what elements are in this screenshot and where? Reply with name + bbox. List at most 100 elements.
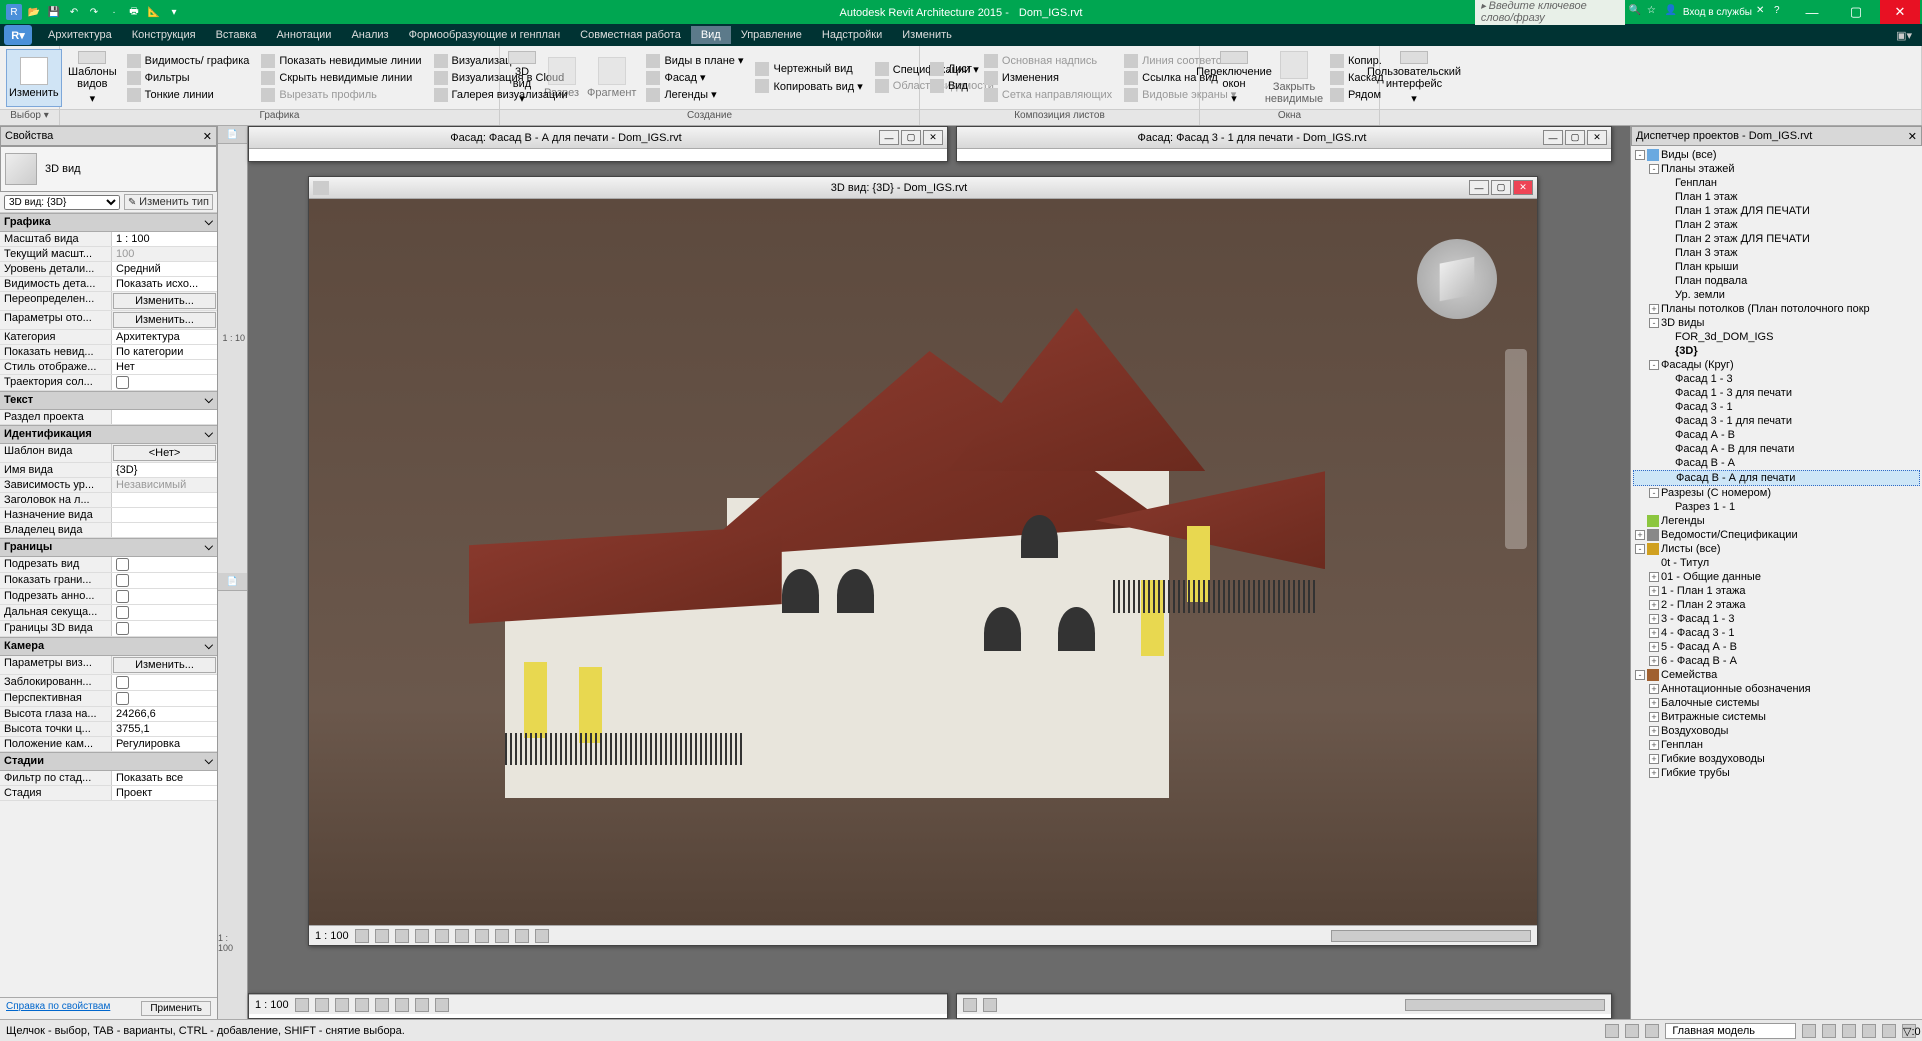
tree-item[interactable]: План 3 этаж xyxy=(1633,246,1920,260)
thin-lines-button[interactable]: Тонкие линии xyxy=(123,87,254,103)
tree-item[interactable]: -Фасады (Круг) xyxy=(1633,358,1920,372)
props-category[interactable]: Графика⌵ xyxy=(0,213,217,232)
max-icon[interactable]: ▢ xyxy=(901,130,921,145)
reveal-icon[interactable] xyxy=(535,929,549,943)
show-hidden-lines-button[interactable]: Показать невидимые линии xyxy=(257,53,425,69)
props-value[interactable] xyxy=(112,621,217,636)
tree-toggle-icon[interactable]: + xyxy=(1649,600,1659,610)
status-icon[interactable] xyxy=(1802,1024,1816,1038)
browser-close-icon[interactable]: ✕ xyxy=(1908,130,1917,143)
login-label[interactable]: Вход в службы xyxy=(1683,7,1752,18)
min-icon[interactable]: — xyxy=(879,130,899,145)
menu-tab-0[interactable]: Архитектура xyxy=(38,26,122,44)
doc-window-facade-ba[interactable]: Фасад: Фасад В - А для печати - Dom_IGS.… xyxy=(248,126,948,162)
tree-item[interactable]: -Листы (все) xyxy=(1633,542,1920,556)
tree-toggle-icon[interactable]: + xyxy=(1635,530,1645,540)
status-icon[interactable] xyxy=(1625,1024,1639,1038)
copy-view-button[interactable]: Копировать вид ▾ xyxy=(751,78,866,94)
props-value[interactable]: Средний xyxy=(112,262,217,276)
tree-toggle-icon[interactable]: - xyxy=(1635,544,1645,554)
tree-item[interactable]: Фасад В - А xyxy=(1633,456,1920,470)
tree-item[interactable]: +5 - Фасад А - В xyxy=(1633,640,1920,654)
props-category[interactable]: Границы⌵ xyxy=(0,538,217,557)
tree-item[interactable]: +1 - План 1 этажа xyxy=(1633,584,1920,598)
temp-hide-icon[interactable] xyxy=(515,929,529,943)
tree-item[interactable]: +Воздуховоды xyxy=(1633,724,1920,738)
visibility-graphics-button[interactable]: Видимость/ графика xyxy=(123,53,254,69)
3d-viewport[interactable] xyxy=(309,199,1537,925)
props-value[interactable]: 24266,6 xyxy=(112,707,217,721)
tree-item[interactable]: Фасад В - А для печати xyxy=(1633,470,1920,486)
tree-item[interactable]: Легенды xyxy=(1633,514,1920,528)
props-value[interactable]: Изменить... xyxy=(113,657,216,673)
tree-toggle-icon[interactable]: - xyxy=(1649,164,1659,174)
nav-bar[interactable] xyxy=(1505,349,1527,549)
help-search-input[interactable]: ▸ Введите ключевое слово/фразу xyxy=(1475,0,1625,25)
menu-tab-9[interactable]: Надстройки xyxy=(812,26,892,44)
tree-item[interactable]: -Планы этажей xyxy=(1633,162,1920,176)
vicn[interactable] xyxy=(375,998,389,1012)
tree-item[interactable]: План 1 этаж ДЛЯ ПЕЧАТИ xyxy=(1633,204,1920,218)
3d-view-button[interactable]: 3D вид▾ xyxy=(506,49,538,107)
vicn[interactable] xyxy=(395,998,409,1012)
vicn[interactable] xyxy=(963,998,977,1012)
maximize-button[interactable]: ▢ xyxy=(1836,0,1876,24)
props-value[interactable] xyxy=(112,605,217,620)
vicn[interactable] xyxy=(315,998,329,1012)
status-icon[interactable] xyxy=(1822,1024,1836,1038)
tree-item[interactable]: Фасад А - В для печати xyxy=(1633,442,1920,456)
tree-item[interactable]: +Балочные системы xyxy=(1633,696,1920,710)
apply-button[interactable]: Применить xyxy=(141,1001,211,1016)
viewcube[interactable] xyxy=(1417,239,1497,319)
tree-item[interactable]: +Планы потолков (План потолочного покр xyxy=(1633,302,1920,316)
legends-button[interactable]: Легенды ▾ xyxy=(642,87,747,103)
tree-toggle-icon[interactable]: - xyxy=(1635,670,1645,680)
props-category[interactable]: Камера⌵ xyxy=(0,637,217,656)
tree-item[interactable]: +Гибкие трубы xyxy=(1633,766,1920,780)
tree-item[interactable]: -Виды (все) xyxy=(1633,148,1920,162)
props-value[interactable] xyxy=(112,410,217,424)
tree-toggle-icon[interactable]: + xyxy=(1649,768,1659,778)
drafting-view-button[interactable]: Чертежный вид xyxy=(751,61,866,77)
doc-tab-icon-2[interactable]: 📄 xyxy=(218,573,247,591)
scale-label[interactable]: 1 : 100 xyxy=(315,930,349,942)
tree-item[interactable]: +6 - Фасад В - А xyxy=(1633,654,1920,668)
close-icon[interactable]: ✕ xyxy=(1513,180,1533,195)
menu-tab-8[interactable]: Управление xyxy=(731,26,812,44)
tree-toggle-icon[interactable]: - xyxy=(1649,318,1659,328)
close-hidden-button[interactable]: Закрыть невидимые xyxy=(1266,49,1322,107)
visual-style-icon[interactable] xyxy=(375,929,389,943)
crop-region-icon[interactable] xyxy=(475,929,489,943)
min-icon[interactable]: — xyxy=(1469,180,1489,195)
tree-item[interactable]: {3D} xyxy=(1633,344,1920,358)
tree-item[interactable]: +4 - Фасад 3 - 1 xyxy=(1633,626,1920,640)
menu-tab-5[interactable]: Формообразующие и генплан xyxy=(399,26,571,44)
tree-toggle-icon[interactable]: + xyxy=(1649,572,1659,582)
tree-toggle-icon[interactable]: - xyxy=(1649,360,1659,370)
props-value[interactable]: Изменить... xyxy=(113,312,216,328)
tree-item[interactable]: Генплан xyxy=(1633,176,1920,190)
props-category[interactable]: Текст⌵ xyxy=(0,391,217,410)
type-selector[interactable]: 3D вид xyxy=(0,146,217,192)
tree-toggle-icon[interactable]: + xyxy=(1649,586,1659,596)
star-icon[interactable]: ☆ xyxy=(1647,5,1661,19)
tree-toggle-icon[interactable]: + xyxy=(1649,614,1659,624)
props-category[interactable]: Идентификация⌵ xyxy=(0,425,217,444)
props-value[interactable]: Проект xyxy=(112,786,217,800)
vicn[interactable] xyxy=(335,998,349,1012)
menu-tab-1[interactable]: Конструкция xyxy=(122,26,206,44)
props-value[interactable] xyxy=(112,508,217,522)
revisions-button[interactable]: Изменения xyxy=(980,70,1116,86)
status-icon[interactable] xyxy=(1645,1024,1659,1038)
tree-item[interactable]: Фасад 3 - 1 для печати xyxy=(1633,414,1920,428)
props-value[interactable]: По категории xyxy=(112,345,217,359)
tree-item[interactable]: -3D виды xyxy=(1633,316,1920,330)
menu-tab-7[interactable]: Вид xyxy=(691,26,731,44)
tree-item[interactable]: Фасад 1 - 3 для печати xyxy=(1633,386,1920,400)
lock-icon[interactable] xyxy=(495,929,509,943)
tree-toggle-icon[interactable]: + xyxy=(1649,642,1659,652)
save-icon[interactable]: 💾 xyxy=(46,4,62,20)
props-value[interactable]: Показать исхо... xyxy=(112,277,217,291)
menu-tab-10[interactable]: Изменить xyxy=(892,26,962,44)
switch-windows-button[interactable]: Переключение окон▾ xyxy=(1206,49,1262,107)
